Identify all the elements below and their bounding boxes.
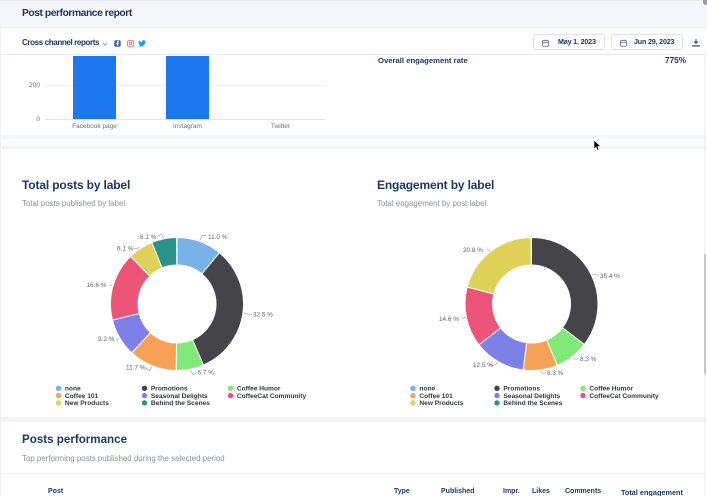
- svg-text:Promotions: Promotions: [503, 386, 540, 393]
- svg-text:none: none: [65, 386, 81, 393]
- svg-text:12.5 %: 12.5 %: [473, 362, 493, 369]
- svg-text:New Products: New Products: [65, 400, 109, 407]
- svg-text:Coffee 101: Coffee 101: [65, 393, 99, 400]
- svg-text:8.3 %: 8.3 %: [580, 356, 597, 363]
- svg-text:CoffeeCat Community: CoffeeCat Community: [237, 393, 307, 400]
- svg-text:16.6 %: 16.6 %: [87, 282, 107, 289]
- svg-text:Seasonal Delights: Seasonal Delights: [503, 393, 560, 400]
- svg-text:6.1 %: 6.1 %: [140, 234, 157, 241]
- svg-text:Coffee Humor: Coffee Humor: [589, 386, 633, 393]
- svg-text:CoffeeCat Community: CoffeeCat Community: [589, 393, 659, 400]
- svg-text:6.7 %: 6.7 %: [198, 370, 215, 377]
- svg-text:Behind the Scenes: Behind the Scenes: [151, 400, 210, 407]
- svg-text:11.7 %: 11.7 %: [126, 364, 146, 371]
- svg-text:Promotions: Promotions: [151, 386, 188, 393]
- svg-text:6.1 %: 6.1 %: [117, 246, 134, 253]
- svg-text:Behind the Scenes: Behind the Scenes: [503, 400, 562, 407]
- svg-text:8.3 %: 8.3 %: [547, 370, 564, 377]
- svg-text:14.6 %: 14.6 %: [439, 316, 459, 323]
- svg-text:20.8 %: 20.8 %: [463, 247, 483, 254]
- svg-text:32.5 %: 32.5 %: [253, 311, 273, 318]
- svg-text:11.0 %: 11.0 %: [208, 234, 228, 241]
- svg-text:35.4 %: 35.4 %: [600, 273, 620, 280]
- svg-text:none: none: [419, 386, 435, 393]
- svg-text:Seasonal Delights: Seasonal Delights: [151, 393, 208, 400]
- svg-text:9.2 %: 9.2 %: [98, 336, 115, 343]
- svg-text:Coffee 101: Coffee 101: [419, 393, 453, 400]
- svg-text:Coffee Humor: Coffee Humor: [237, 386, 281, 393]
- svg-text:New Products: New Products: [419, 400, 463, 407]
